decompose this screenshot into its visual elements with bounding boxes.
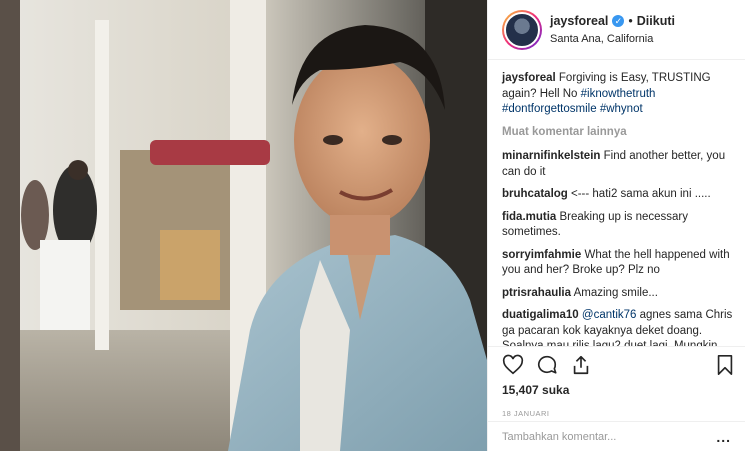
bookmark-icon[interactable] bbox=[715, 354, 735, 376]
caption-username[interactable]: jaysforeal bbox=[502, 72, 556, 84]
comment-icon[interactable] bbox=[536, 354, 558, 376]
post-header: jaysforeal ✓ • Diikuti Santa Ana, Califo… bbox=[488, 0, 745, 60]
comment-item: ptrisrahaulia Amazing smile... bbox=[502, 286, 735, 302]
heart-icon[interactable] bbox=[502, 354, 524, 376]
comment-item: duatigalima10 @cantik76 agnes sama Chris… bbox=[502, 308, 735, 346]
avatar[interactable] bbox=[502, 9, 542, 50]
comment-item: minarnifinkelstein Find another better, … bbox=[502, 149, 735, 180]
location-link[interactable]: Santa Ana, California bbox=[550, 31, 675, 47]
username-link[interactable]: jaysforeal bbox=[550, 13, 608, 29]
post-date: 18 JANUARI bbox=[502, 409, 550, 418]
comment-input[interactable] bbox=[502, 430, 682, 443]
post-photo[interactable] bbox=[0, 0, 487, 451]
comment-username[interactable]: duatigalima10 bbox=[502, 309, 579, 321]
comment-username[interactable]: sorryimfahmie bbox=[502, 249, 581, 261]
comment-item: bruhcatalog <--- hati2 sama akun ini ...… bbox=[502, 187, 735, 203]
more-options-icon[interactable]: ... bbox=[716, 429, 731, 445]
hashtag-link[interactable]: #dontforgettosmile bbox=[502, 103, 597, 115]
share-icon[interactable] bbox=[570, 354, 592, 376]
comment-username[interactable]: bruhcatalog bbox=[502, 188, 568, 200]
post-side-panel: jaysforeal ✓ • Diikuti Santa Ana, Califo… bbox=[487, 0, 745, 451]
post-image bbox=[0, 0, 487, 451]
verified-icon: ✓ bbox=[612, 14, 625, 27]
add-comment-bar: ... bbox=[488, 421, 745, 451]
hashtag-link[interactable]: #iknowthetruth bbox=[581, 88, 656, 100]
comments-list: jaysforeal Forgiving is Easy, TRUSTING a… bbox=[488, 61, 745, 346]
separator-dot: • bbox=[628, 13, 633, 28]
load-more-comments-button[interactable]: Muat komentar lainnya bbox=[502, 125, 735, 141]
comment-text: Amazing smile... bbox=[573, 286, 658, 299]
follow-status-button[interactable]: Diikuti bbox=[637, 13, 675, 29]
caption: jaysforeal Forgiving is Easy, TRUSTING a… bbox=[502, 71, 735, 118]
comment-item: fida.mutia Breaking up is necessary some… bbox=[502, 210, 735, 241]
likes-count[interactable]: 15,407 suka bbox=[502, 383, 735, 397]
comment-username[interactable]: ptrisrahaulia bbox=[502, 287, 571, 299]
instagram-post: jaysforeal ✓ • Diikuti Santa Ana, Califo… bbox=[0, 0, 745, 451]
comment-username[interactable]: fida.mutia bbox=[502, 211, 556, 223]
mention-link[interactable]: @cantik76 bbox=[582, 309, 637, 321]
hashtag-link[interactable]: #whynot bbox=[600, 103, 643, 115]
comment-username[interactable]: minarnifinkelstein bbox=[502, 150, 600, 162]
comment-item: sorryimfahmie What the hell happened wit… bbox=[502, 248, 735, 279]
comment-text: <--- hati2 sama akun ini ..... bbox=[571, 188, 711, 200]
